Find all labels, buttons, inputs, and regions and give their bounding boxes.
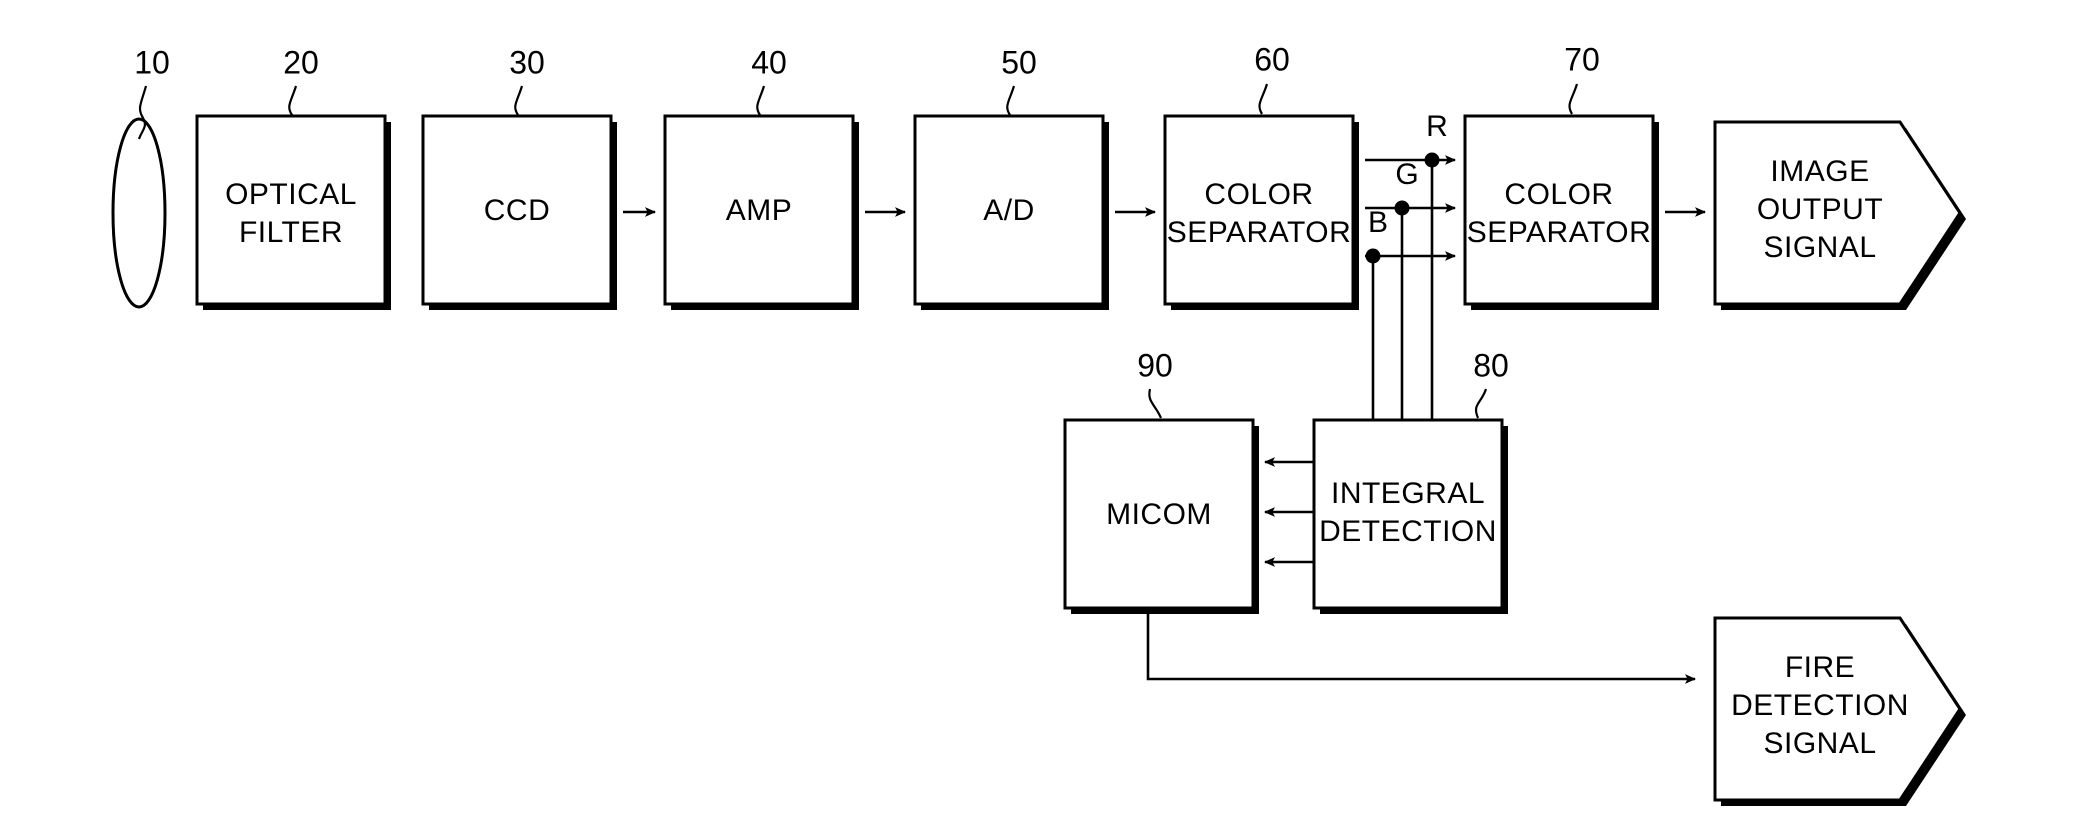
junction-dot-b: [1365, 248, 1381, 264]
fire-detection-label-line3: SIGNAL: [1763, 727, 1876, 760]
ref-numeral-90: 90: [1137, 347, 1173, 383]
block-color-separator-2: COLOR SEPARATOR: [1463, 114, 1659, 310]
ref-numeral-20: 20: [283, 44, 319, 80]
leader-line-70: [1568, 83, 1579, 115]
block-lens: [111, 117, 167, 309]
color-separator-2-label-line2: SEPARATOR: [1467, 216, 1652, 249]
integral-detection-label-line2: DETECTION: [1319, 515, 1497, 548]
image-output-label-line2: OUTPUT: [1757, 193, 1883, 226]
fire-detection-label-line2: DETECTION: [1731, 689, 1909, 722]
color-separator-1-label-line2: SEPARATOR: [1167, 216, 1352, 249]
ccd-label: CCD: [484, 194, 551, 227]
block-ccd: CCD: [421, 114, 617, 310]
block-fire-detection-signal: FIRE DETECTION SIGNAL: [1713, 616, 1966, 806]
adc-label: A/D: [983, 194, 1035, 227]
optical-filter-label-line1: OPTICAL: [225, 178, 357, 211]
block-amp: AMP: [663, 114, 859, 310]
block-adc: A/D: [913, 114, 1109, 310]
leader-line-50: [1006, 85, 1016, 116]
color-separator-1-label-line1: COLOR: [1204, 178, 1313, 211]
ref-numeral-70: 70: [1564, 41, 1600, 77]
junction-dot-g: [1394, 200, 1410, 216]
signal-label-r: R: [1426, 110, 1448, 143]
leader-line-20: [288, 85, 298, 116]
leader-line-30: [514, 85, 524, 116]
integral-detection-label-line1: INTEGRAL: [1331, 477, 1485, 510]
leader-line-80: [1474, 388, 1488, 419]
block-diagram-canvas: 10 OPTICAL FILTER 20 CCD 30 AMP 40 A/D 5…: [0, 0, 2074, 835]
ref-numeral-80: 80: [1473, 347, 1509, 383]
leader-line-90: [1148, 388, 1163, 419]
ref-numeral-50: 50: [1001, 44, 1037, 80]
leader-line-40: [756, 85, 766, 116]
signal-label-b: B: [1368, 206, 1388, 239]
ref-numeral-10: 10: [134, 44, 170, 80]
ref-numeral-30: 30: [509, 44, 545, 80]
block-optical-filter: OPTICAL FILTER: [195, 114, 391, 310]
block-micom: MICOM: [1063, 418, 1259, 614]
ref-numeral-40: 40: [751, 44, 787, 80]
image-output-label-line1: IMAGE: [1770, 155, 1869, 188]
junction-dot-r: [1424, 152, 1440, 168]
color-separator-2-label-line1: COLOR: [1504, 178, 1613, 211]
signal-label-g: G: [1395, 158, 1418, 191]
diagram-svg: 10 OPTICAL FILTER 20 CCD 30 AMP 40 A/D 5…: [111, 41, 1966, 806]
ref-numeral-60: 60: [1254, 41, 1290, 77]
image-output-label-line3: SIGNAL: [1763, 231, 1876, 264]
optical-filter-label-line2: FILTER: [239, 216, 343, 249]
leader-line-60: [1258, 83, 1269, 115]
block-integral-detection: INTEGRAL DETECTION: [1312, 418, 1508, 614]
fire-detection-label-line1: FIRE: [1785, 651, 1855, 684]
block-color-separator-1: COLOR SEPARATOR: [1163, 114, 1359, 310]
block-image-output-signal: IMAGE OUTPUT SIGNAL: [1713, 120, 1966, 310]
micom-label: MICOM: [1106, 498, 1212, 531]
connector-micom-to-fire-detection: [1146, 608, 1696, 684]
amp-label: AMP: [726, 194, 793, 227]
